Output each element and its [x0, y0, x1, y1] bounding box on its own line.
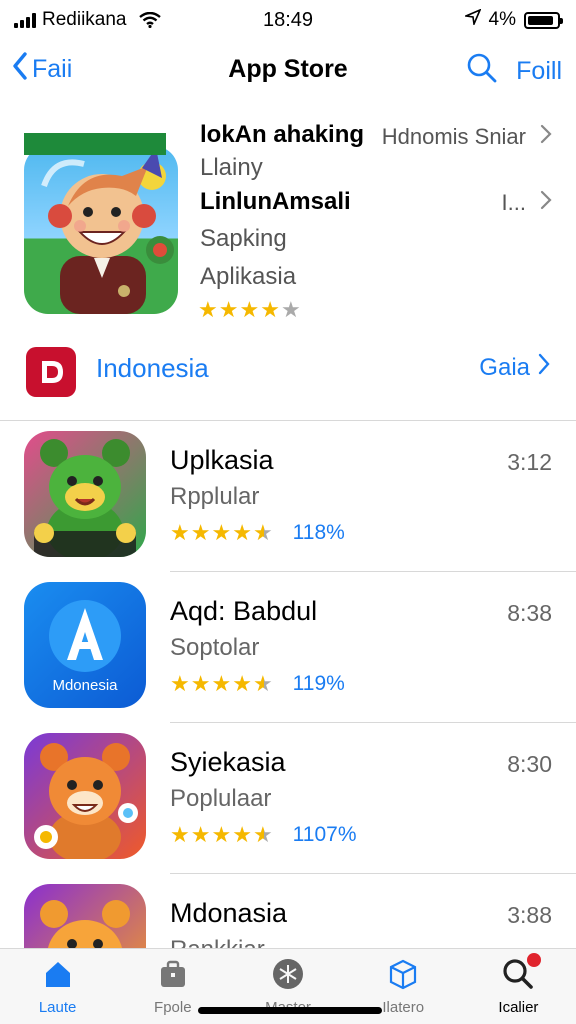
star-icon: ★: [170, 520, 190, 545]
status-right: 4%: [462, 8, 563, 31]
star-icon: ★: [280, 297, 301, 322]
tab-label: Icalier: [498, 999, 539, 1016]
star-icon: ★: [232, 822, 252, 847]
star-icon: ★: [190, 822, 211, 847]
featured-line-3: LinlunAmsali: [200, 188, 351, 215]
location-icon: [462, 8, 482, 31]
app-icon: Mdonesia: [24, 582, 146, 708]
list-item[interactable]: Uplkasia Rpplular ★ ★ ★ ★ ★ 118% 3:12: [0, 421, 576, 572]
star-icon: ★: [170, 822, 190, 847]
featured-line-3-right-label: I...: [501, 190, 526, 215]
app-name: Mdonasia: [170, 898, 288, 928]
tab-icalier[interactable]: Icalier: [461, 949, 576, 1024]
star-icon: ★: [252, 520, 273, 545]
chevron-right-icon: [540, 190, 552, 216]
chevron-right-icon: [538, 353, 550, 382]
featured-line-5: Aplikasia: [200, 263, 297, 290]
star-icon: ★: [190, 671, 211, 696]
app-rating: ★ ★ ★ ★ ★ 1107%: [170, 823, 357, 847]
battery-icon: [524, 11, 563, 29]
app-time: 8:38: [507, 600, 552, 626]
featured-line-3-right[interactable]: I...: [502, 190, 552, 216]
region-link-label: Gaia: [479, 353, 530, 381]
tab-label: Fpole: [154, 999, 192, 1016]
status-bar: Rediikana 18:49 4%: [0, 0, 576, 40]
star-icon: ★: [239, 297, 260, 322]
app-name: Aqd: Babdul: [170, 596, 318, 626]
briefcase-icon: [156, 957, 190, 991]
rating-stars: ★ ★ ★ ★ ★: [170, 673, 273, 695]
nav-right-button[interactable]: Foill: [516, 57, 562, 86]
rating-stars: ★ ★ ★ ★ ★: [170, 824, 273, 846]
battery-percent: 4%: [488, 9, 516, 30]
search-icon: [501, 953, 542, 991]
region-app-icon: [26, 347, 76, 397]
star-icon: ★: [211, 671, 232, 696]
region-row[interactable]: Indonesia Gaia: [0, 345, 576, 401]
rating-text: 119%: [292, 672, 345, 695]
star-icon: ★: [232, 671, 252, 696]
chevron-right-icon: [540, 124, 552, 150]
app-icon: [24, 733, 146, 859]
star-icon: ★: [218, 297, 239, 322]
tab-label: Laute: [38, 999, 77, 1016]
back-label: Faii: [32, 55, 73, 83]
rating-stars: ★ ★ ★ ★ ★: [170, 522, 273, 544]
list-item[interactable]: Mdonesia Aqd: Babdul Soptolar ★ ★ ★ ★ ★ 119% …: [0, 572, 576, 723]
app-subtitle: Soptolar: [170, 634, 260, 661]
chevron-left-icon: [12, 52, 28, 87]
app-rating: ★ ★ ★ ★ ★ 119%: [170, 672, 345, 696]
star-icon: ★: [190, 520, 211, 545]
tab-label: Ilatero: [382, 999, 425, 1016]
star-icon: ★: [170, 671, 190, 696]
nav-bar: Faii App Store Foill: [0, 40, 576, 100]
app-subtitle: Rpplular: [170, 483, 260, 510]
search-icon[interactable]: [466, 52, 498, 91]
app-rating: ★ ★ ★ ★ ★ 118%: [170, 521, 345, 545]
featured-rating-stars: ★ ★ ★ ★ ★: [198, 299, 301, 321]
app-time: 3:12: [507, 449, 552, 475]
region-link[interactable]: Gaia: [479, 353, 550, 382]
featured-line-2: Llainy: [200, 154, 263, 181]
star-icon: ★: [252, 671, 273, 696]
star-icon: ★: [260, 297, 280, 322]
home-indicator: [198, 1007, 382, 1014]
rating-text: 118%: [292, 521, 345, 544]
star-icon: ★: [211, 520, 232, 545]
star-icon: ★: [232, 520, 252, 545]
app-icon-label: Mdonesia: [52, 677, 118, 694]
app-name: Uplkasia: [170, 445, 274, 475]
rating-text: 1107%: [292, 823, 357, 846]
home-icon: [41, 957, 75, 991]
nav-right: Foill: [466, 52, 562, 91]
featured-line-1-right[interactable]: Hdnomis Sniar: [382, 124, 552, 150]
app-subtitle: Poplulaar: [170, 785, 272, 812]
region-label: Indonesia: [96, 353, 209, 383]
featured-line-1: lokAn ahaking: [200, 121, 365, 148]
tab-laute[interactable]: Laute: [0, 949, 115, 1024]
app-list: Uplkasia Rpplular ★ ★ ★ ★ ★ 118% 3:12 Mdonesi…: [0, 421, 576, 1024]
app-icon: [24, 431, 146, 557]
star-icon: ★: [198, 297, 218, 322]
globe-icon: [271, 957, 305, 991]
notification-badge: [527, 953, 542, 967]
app-time: 3:88: [507, 902, 552, 928]
app-time: 8:30: [507, 751, 552, 777]
featured-line-1-right-label: Hdnomis Sniar: [381, 124, 526, 149]
star-icon: ★: [252, 822, 273, 847]
back-button[interactable]: Faii: [12, 52, 72, 87]
box-icon: [386, 957, 420, 991]
featured-line-4: Sapking: [200, 225, 287, 252]
star-icon: ★: [211, 822, 232, 847]
app-name: Syiekasia: [170, 747, 286, 777]
list-item[interactable]: Syiekasia Poplulaar ★ ★ ★ ★ ★ 1107% 8:30: [0, 723, 576, 874]
